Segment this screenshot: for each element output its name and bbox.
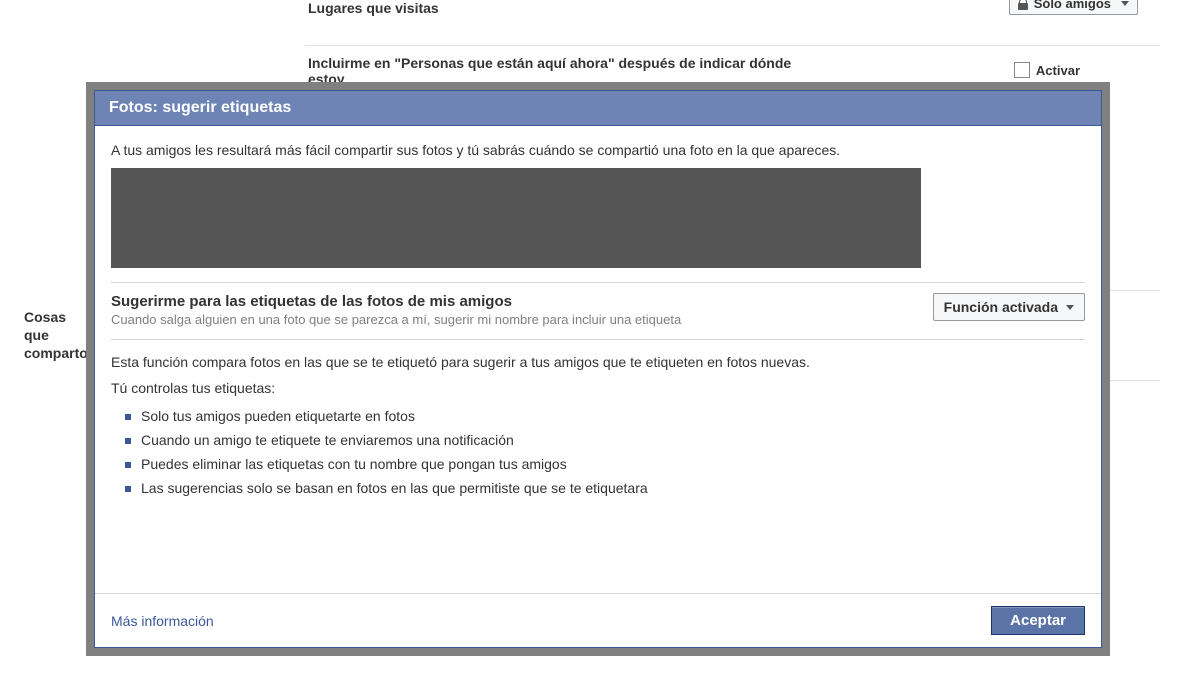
bg-row-places-label: Lugares que visitas	[308, 0, 439, 16]
suggest-me-dropdown[interactable]: Función activada	[933, 293, 1085, 321]
accept-button[interactable]: Aceptar	[991, 606, 1085, 635]
dialog-intro-text: A tus amigos les resultará más fácil com…	[111, 142, 1085, 158]
dialog-title: Fotos: sugerir etiquetas	[95, 91, 1101, 126]
list-item: Las sugerencias solo se basan en fotos e…	[121, 476, 1085, 500]
photo-tag-suggest-dialog: Fotos: sugerir etiquetas A tus amigos le…	[94, 90, 1102, 648]
list-item: Cuando un amigo te etiquete te enviaremo…	[121, 428, 1085, 452]
chevron-down-icon	[1066, 305, 1074, 310]
dropdown-value: Función activada	[944, 299, 1058, 315]
explanation-text: Esta función compara fotos en las que se…	[111, 354, 1085, 370]
chevron-down-icon	[1121, 1, 1129, 6]
modal-overlay: Fotos: sugerir etiquetas A tus amigos le…	[86, 82, 1110, 656]
herenow-checkbox-label: Activar	[1036, 63, 1080, 78]
places-audience-selector[interactable]: Sólo amigos	[1009, 0, 1138, 15]
list-item: Puedes eliminar las etiquetas con tu nom…	[121, 452, 1085, 476]
herenow-checkbox-row[interactable]: Activar	[1014, 62, 1080, 78]
sample-photo-strip	[111, 168, 921, 268]
sample-photo	[471, 168, 561, 268]
sample-photo	[831, 168, 921, 268]
control-bullet-list: Solo tus amigos pueden etiquetarte en fo…	[121, 404, 1085, 500]
control-heading: Tú controlas tus etiquetas:	[111, 380, 1085, 396]
sample-photo	[741, 168, 831, 268]
section-heading-things-i-share: Cosas que comparto	[24, 308, 84, 363]
places-audience-value: Sólo amigos	[1034, 0, 1111, 11]
suggest-me-setting-row: Sugerirme para las etiquetas de las foto…	[111, 282, 1085, 340]
more-info-link[interactable]: Más información	[111, 613, 214, 629]
dialog-body: A tus amigos les resultará más fácil com…	[95, 126, 1101, 500]
checkbox-icon	[1014, 62, 1030, 78]
lock-icon	[1018, 0, 1028, 10]
setting-subtitle: Cuando salga alguien en una foto que se …	[111, 312, 921, 327]
sample-photo	[201, 168, 291, 268]
sample-photo	[651, 168, 741, 268]
sample-photo	[381, 168, 471, 268]
list-item: Solo tus amigos pueden etiquetarte en fo…	[121, 404, 1085, 428]
sample-photo	[291, 168, 381, 268]
dialog-footer: Más información Aceptar	[95, 593, 1101, 647]
sample-photo	[111, 168, 201, 268]
sample-photo	[561, 168, 651, 268]
setting-title: Sugerirme para las etiquetas de las foto…	[111, 293, 921, 310]
